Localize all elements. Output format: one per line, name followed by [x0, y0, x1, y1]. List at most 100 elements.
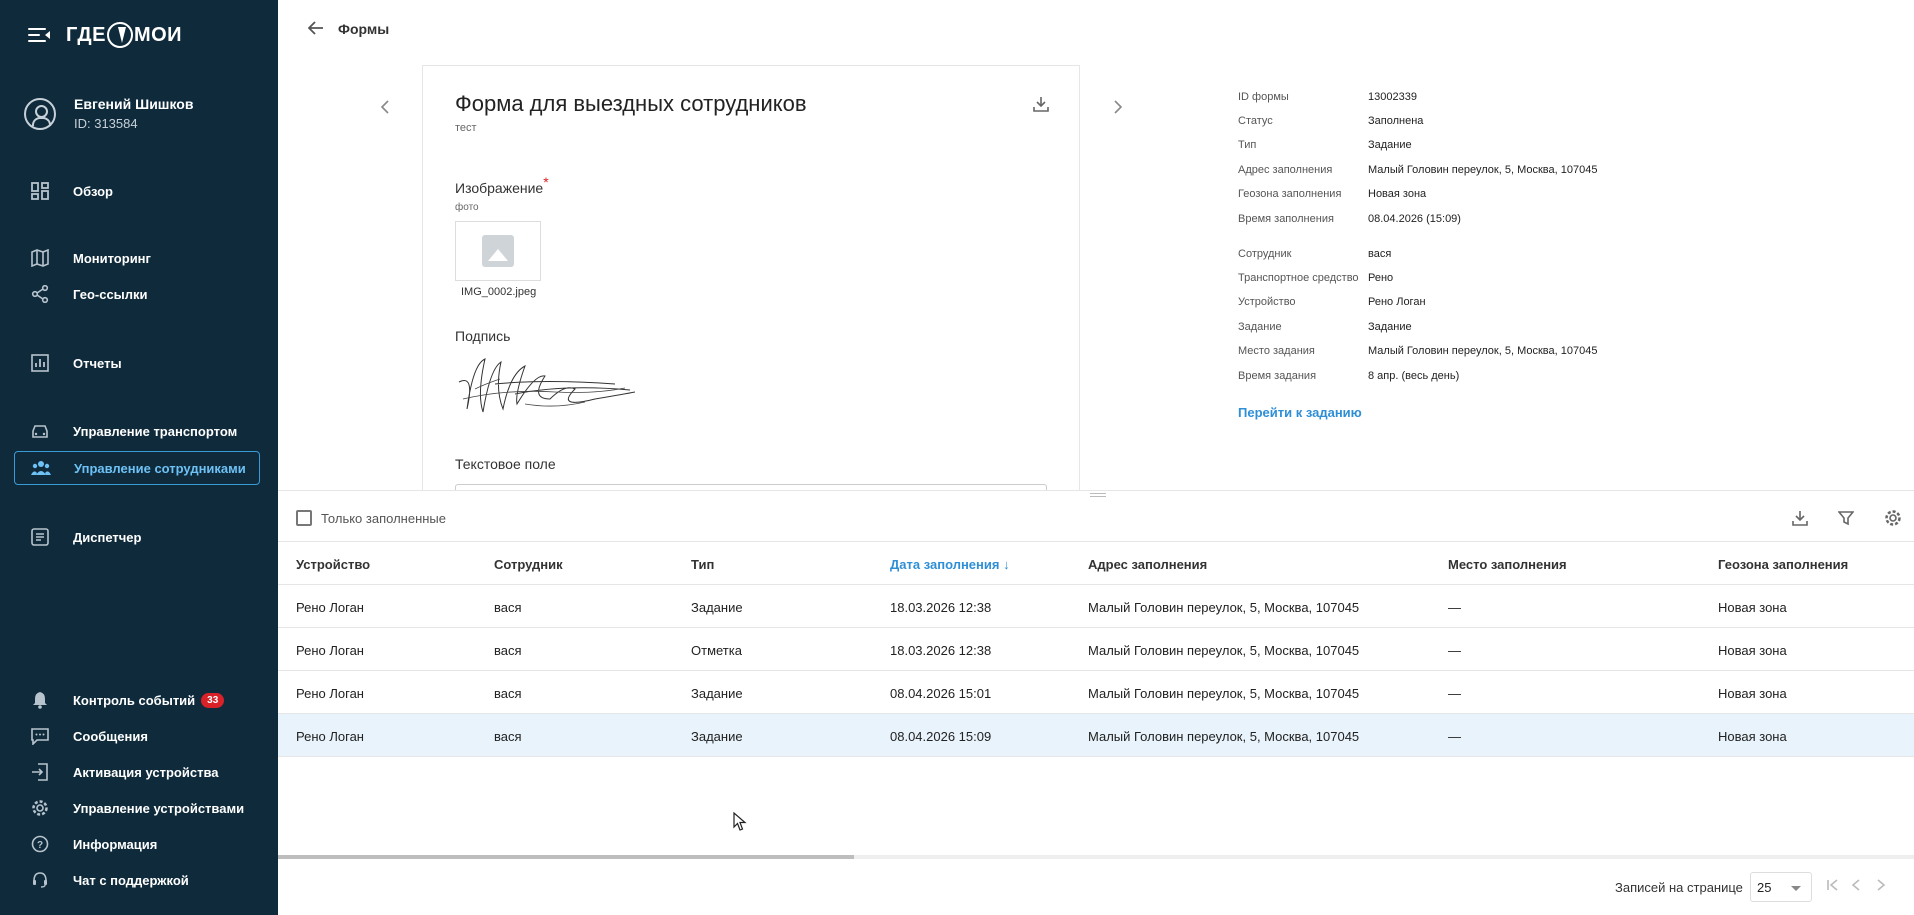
column-header-sorted[interactable]: Дата заполнения ↓ — [890, 557, 1010, 572]
image-file-name: IMG_0002.jpeg — [461, 286, 537, 298]
sidebar-item-monitoring[interactable]: Мониторинг — [14, 241, 260, 275]
back-arrow-icon[interactable] — [307, 19, 324, 40]
sort-arrow-icon: ↓ — [1003, 557, 1010, 572]
table-row-selected[interactable]: Рено Логан вася Задание 08.04.2026 15:09… — [278, 714, 1914, 757]
only-filled-checkbox[interactable] — [296, 510, 312, 526]
sidebar-item-events[interactable]: Контроль событий 33 — [14, 683, 260, 717]
cell-date: 18.03.2026 12:38 — [890, 643, 992, 658]
column-header-label: Дата заполнения — [890, 557, 1000, 572]
download-icon[interactable] — [1033, 96, 1049, 112]
column-header[interactable]: Сотрудник — [494, 557, 563, 572]
logo[interactable]: ГДЕ МОИ — [66, 22, 182, 48]
column-header[interactable]: Место заполнения — [1448, 557, 1567, 572]
goto-task-link[interactable]: Перейти к заданию — [1238, 405, 1362, 420]
detail-value: Малый Головин переулок, 5, Москва, 10704… — [1368, 345, 1598, 357]
people-icon — [31, 458, 51, 478]
map-icon — [30, 248, 50, 268]
sidebar-header: ГДЕ МОИ — [28, 22, 182, 48]
column-header[interactable]: Адрес заполнения — [1088, 557, 1207, 572]
first-page-icon[interactable] — [1826, 878, 1840, 897]
sidebar-item-label: Информация — [73, 836, 158, 852]
cell-address: Малый Головин переулок, 5, Москва, 10704… — [1088, 643, 1360, 658]
sidebar-item-label: Отчеты — [73, 355, 122, 371]
cell-place: — — [1448, 643, 1461, 658]
logo-pin-icon — [106, 22, 133, 48]
detail-value: Рено Логан — [1368, 296, 1426, 308]
image-placeholder-icon — [482, 235, 514, 267]
sidebar-item-transport[interactable]: Управление транспортом — [14, 414, 260, 448]
page-title: Формы — [338, 21, 390, 37]
next-page-icon[interactable] — [1876, 878, 1886, 897]
detail-value: Задание — [1368, 139, 1412, 151]
cell-type: Задание — [691, 729, 743, 744]
sidebar-item-messages[interactable]: Сообщения — [14, 719, 260, 753]
image-thumbnail[interactable] — [455, 221, 541, 281]
detail-key: Геозона заполнения — [1238, 188, 1342, 200]
chat-bubble-icon — [30, 726, 50, 746]
image-field-label: Изображение* — [455, 174, 549, 196]
next-form-icon[interactable] — [1113, 98, 1123, 119]
rows-per-page-select[interactable]: 25 — [1750, 872, 1812, 902]
detail-value: Малый Головин переулок, 5, Москва, 10704… — [1368, 164, 1598, 176]
column-header[interactable]: Геозона заполнения — [1718, 557, 1848, 572]
user-profile[interactable]: Евгений Шишков ID: 313584 — [24, 96, 193, 131]
sidebar-item-employees[interactable]: Управление сотрудниками — [14, 451, 260, 485]
sidebar-item-dispatcher[interactable]: Диспетчер — [14, 520, 260, 554]
help-icon: ? — [30, 834, 50, 854]
car-icon — [30, 421, 50, 441]
user-info: Евгений Шишков ID: 313584 — [74, 96, 193, 131]
detail-value: вася — [1368, 248, 1392, 260]
form-card: Форма для выездных сотрудников тест Изоб… — [422, 65, 1080, 490]
sidebar-item-activation[interactable]: Активация устройства — [14, 755, 260, 789]
page-header: Формы — [278, 0, 1914, 58]
sidebar-item-info[interactable]: ? Информация — [14, 827, 260, 861]
cell-address: Малый Головин переулок, 5, Москва, 10704… — [1088, 729, 1360, 744]
table-row[interactable]: Рено Логан вася Отметка 18.03.2026 12:38… — [278, 628, 1914, 671]
detail-value: Заполнена — [1368, 115, 1424, 127]
resize-handle[interactable] — [1090, 493, 1106, 497]
detail-key: Адрес заполнения — [1238, 164, 1333, 176]
cell-address: Малый Головин переулок, 5, Москва, 10704… — [1088, 600, 1360, 615]
detail-key: Сотрудник — [1238, 248, 1292, 260]
cell-device: Рено Логан — [296, 643, 364, 658]
detail-key: Время задания — [1238, 370, 1317, 382]
sidebar-item-devices[interactable]: Управление устройствами — [14, 791, 260, 825]
sidebar-item-geolinks[interactable]: Гео-ссылки — [14, 277, 260, 311]
cell-geozone: Новая зона — [1718, 686, 1787, 701]
cell-place: — — [1448, 600, 1461, 615]
detail-value: Новая зона — [1368, 188, 1427, 200]
cell-place: — — [1448, 729, 1461, 744]
filter-icon[interactable] — [1834, 506, 1858, 530]
table-row[interactable]: Рено Логан вася Задание 08.04.2026 15:01… — [278, 671, 1914, 714]
cell-type: Отметка — [691, 643, 742, 658]
sidebar-item-reports[interactable]: Отчеты — [14, 346, 260, 380]
required-mark: * — [543, 174, 549, 190]
sidebar-item-label: Гео-ссылки — [73, 286, 148, 302]
column-header[interactable]: Устройство — [296, 557, 370, 572]
events-count-badge: 33 — [201, 692, 225, 708]
bar-chart-icon — [30, 353, 50, 373]
prev-page-icon[interactable] — [1851, 878, 1861, 897]
rows-per-page-label: Записей на странице — [1615, 880, 1743, 895]
column-header[interactable]: Тип — [691, 557, 714, 572]
menu-collapse-icon[interactable] — [28, 27, 50, 43]
export-download-icon[interactable] — [1788, 506, 1812, 530]
sidebar-item-support[interactable]: Чат с поддержкой — [14, 863, 260, 897]
dashboard-icon — [30, 181, 50, 201]
table-header: Устройство Сотрудник Тип Дата заполнения… — [278, 542, 1914, 585]
detail-value: Рено — [1368, 272, 1394, 284]
cell-geozone: Новая зона — [1718, 643, 1787, 658]
table-row[interactable]: Рено Логан вася Задание 18.03.2026 12:38… — [278, 585, 1914, 628]
cell-device: Рено Логан — [296, 729, 364, 744]
prev-form-icon[interactable] — [380, 98, 390, 119]
cell-geozone: Новая зона — [1718, 729, 1787, 744]
cell-address: Малый Головин переулок, 5, Москва, 10704… — [1088, 686, 1360, 701]
settings-gear-icon[interactable] — [1881, 506, 1905, 530]
horizontal-scrollbar[interactable] — [278, 855, 1914, 859]
detail-value: Задание — [1368, 321, 1412, 333]
detail-value: 8 апр. (весь день) — [1368, 370, 1460, 382]
sidebar-item-label: Мониторинг — [73, 250, 151, 266]
detail-key: Статус — [1238, 115, 1273, 127]
scrollbar-thumb[interactable] — [278, 855, 854, 859]
sidebar-item-overview[interactable]: Обзор — [14, 174, 260, 208]
